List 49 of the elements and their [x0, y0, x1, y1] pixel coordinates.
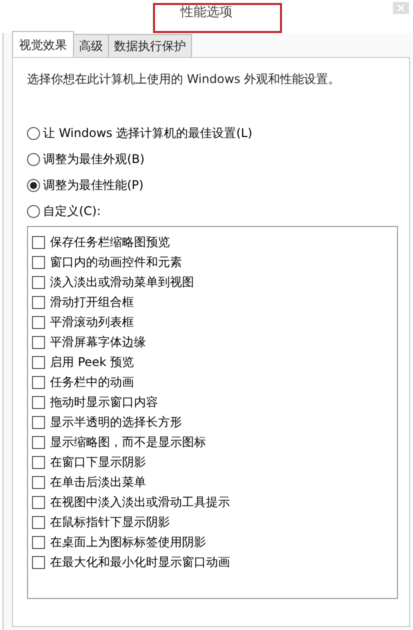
radio-button[interactable] [27, 152, 40, 166]
checkbox[interactable] [32, 356, 45, 368]
radio-option[interactable]: 调整为最佳性能(P) [27, 172, 144, 198]
effect-checkbox-item[interactable]: 在窗口下显示阴影 [32, 452, 146, 472]
checkbox[interactable] [32, 416, 45, 428]
effect-checkbox-item[interactable]: 窗口内的动画控件和元素 [32, 252, 182, 272]
effect-checkbox-item[interactable]: 显示半透明的选择长方形 [32, 412, 182, 432]
effect-checkbox-item[interactable]: 显示缩略图，而不是显示图标 [32, 432, 206, 452]
checkbox[interactable] [32, 436, 45, 448]
checkbox[interactable] [32, 476, 45, 488]
radio-option[interactable]: 调整为最佳外观(B) [27, 146, 145, 172]
checkbox[interactable] [32, 556, 45, 568]
effect-checkbox-item[interactable]: 保存任务栏缩略图预览 [32, 232, 170, 252]
radio-option[interactable]: 自定义(C): [27, 198, 101, 224]
effect-checkbox-item[interactable]: 启用 Peek 预览 [32, 352, 134, 372]
effect-checkbox-item[interactable]: 在单击后淡出菜单 [32, 472, 146, 492]
checkbox[interactable] [32, 316, 45, 328]
effect-checkbox-item[interactable]: 在视图中淡入淡出或滑动工具提示 [32, 492, 230, 512]
tab[interactable]: 高级 [73, 34, 109, 57]
tab[interactable]: 数据执行保护 [108, 34, 192, 57]
effect-checkbox-item[interactable]: 在桌面上为图标标签使用阴影 [32, 532, 206, 552]
effect-checkbox-item[interactable]: 平滑滚动列表框 [32, 312, 134, 332]
tab[interactable]: 视觉效果 [12, 31, 74, 57]
checkbox[interactable] [32, 496, 45, 508]
checkbox[interactable] [32, 536, 45, 548]
effect-checkbox-item[interactable]: 平滑屏幕字体边缘 [32, 332, 146, 352]
effect-checkbox-item[interactable]: 在最大化和最小化时显示窗口动画 [32, 552, 230, 572]
effect-checkbox-item[interactable]: 滑动打开组合框 [32, 292, 134, 312]
radio-button[interactable] [27, 204, 40, 218]
effects-listbox[interactable]: 保存任务栏缩略图预览 窗口内的动画控件和元素 淡入淡出或滑动菜单到视图 滑动打开组合框 平滑滚动列表框 平滑屏幕字体边缘 启用 Peek 预览 任务栏中的动画 拖动时显示窗口内容 显示半透明的选择长方形 显示缩略图，而不是显示图标 在窗口下显示阴影 在单击后淡出菜单 在视图中淡入淡出或滑动工具提示 在鼠标指针下显示阴影 在桌面上为图标标签使用阴影 在最大化和最小化时显示窗口动画 [27, 226, 398, 599]
radio-option[interactable]: 让 Windows 选择计算机的最佳设置(L) [27, 120, 252, 146]
window-title: 性能选项 [180, 4, 232, 22]
checkbox[interactable] [32, 336, 45, 348]
effect-checkbox-item[interactable]: 任务栏中的动画 [32, 372, 134, 392]
checkbox[interactable] [32, 276, 45, 288]
close-icon [397, 4, 405, 12]
checkbox[interactable] [32, 396, 45, 408]
effect-checkbox-item[interactable]: 淡入淡出或滑动菜单到视图 [32, 272, 194, 292]
radio-button[interactable] [27, 126, 40, 140]
checkbox[interactable] [32, 256, 45, 268]
checkbox[interactable] [32, 236, 45, 248]
effect-checkbox-item[interactable]: 拖动时显示窗口内容 [32, 392, 158, 412]
description-text: 选择你想在此计算机上使用的 Windows 外观和性能设置。 [27, 71, 342, 88]
checkbox[interactable] [32, 376, 45, 388]
effect-checkbox-item[interactable]: 在鼠标指针下显示阴影 [32, 512, 170, 532]
checkbox[interactable] [32, 456, 45, 468]
radio-button[interactable] [27, 178, 40, 192]
checkbox[interactable] [32, 296, 45, 308]
checkbox[interactable] [32, 516, 45, 528]
